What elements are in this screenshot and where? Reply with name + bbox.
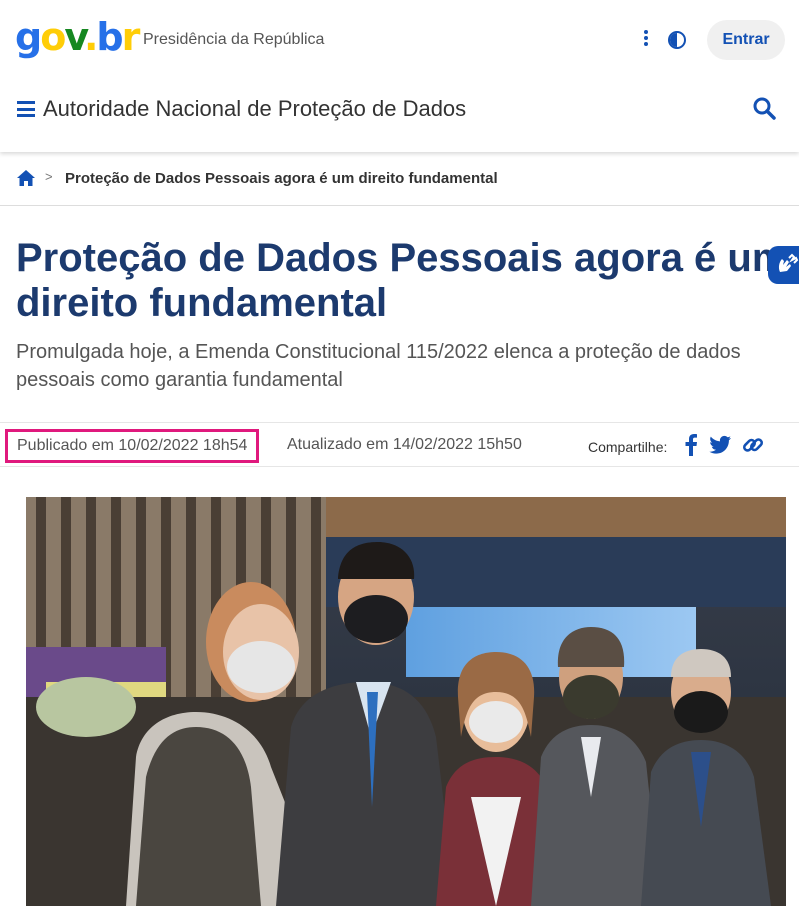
breadcrumb-current: Proteção de Dados Pessoais agora é um di… [65,170,498,187]
published-date: Publicado em 10/02/2022 18h54 [5,429,260,463]
menu-icon[interactable] [17,101,35,117]
kebab-icon[interactable] [641,29,651,49]
search-icon[interactable] [752,96,776,120]
updated-date: Atualizado em 14/02/2022 15h50 [287,436,522,453]
breadcrumb-separator: > [45,169,53,184]
home-icon[interactable] [16,169,36,187]
article-subtitle: Promulgada hoje, a Emenda Constitucional… [16,341,741,391]
govbr-logo[interactable]: gov.br [15,14,141,60]
libras-widget-button[interactable] [768,246,799,284]
site-title[interactable]: Autoridade Nacional de Proteção de Dados [43,96,466,122]
org-name: Presidência da República [143,31,325,48]
article-meta: Publicado em 10/02/2022 18h54 Atualizado… [0,422,799,467]
page-title: Proteção de Dados Pessoais agora é um di… [16,236,788,325]
link-icon[interactable] [742,434,764,456]
logo-letter: o [40,15,66,59]
logo-letter: g [15,15,42,59]
header: gov.br Presidência da República Entrar A… [0,0,799,152]
share-label: Compartilhe: [588,439,668,455]
article-photo [26,497,786,906]
photo-illustration [26,497,786,906]
libras-hands-icon [778,253,799,272]
logo-letter: . [83,15,99,59]
twitter-icon[interactable] [709,435,731,455]
logo-letter: r [121,15,141,59]
logo-letter: v [64,15,86,59]
published-text: Publicado em 10/02/2022 18h54 [17,437,248,454]
logo-letter: b [96,15,123,59]
breadcrumb: > Proteção de Dados Pessoais agora é um … [0,152,799,206]
login-button[interactable]: Entrar [707,20,785,60]
contrast-icon[interactable] [668,31,686,49]
facebook-icon[interactable] [684,434,698,456]
